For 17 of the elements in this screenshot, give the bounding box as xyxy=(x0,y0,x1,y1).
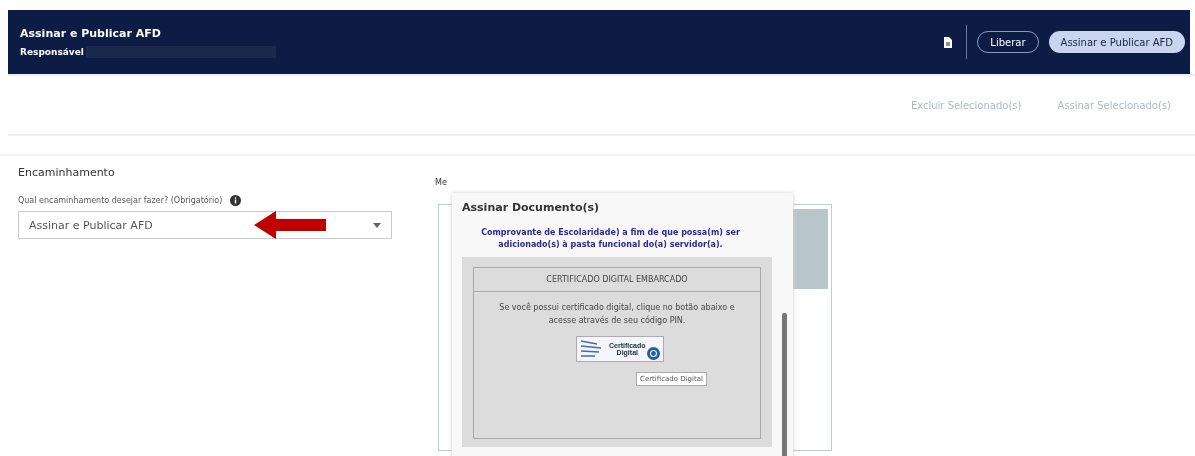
field-label: Me xyxy=(435,178,447,187)
routing-dropdown[interactable]: Assinar e Publicar AFD xyxy=(18,211,392,239)
seal-icon xyxy=(646,346,660,360)
caret-icon xyxy=(373,222,381,228)
certificate-heading: CERTIFICADO DIGITAL EMBARCADO xyxy=(474,268,760,292)
section-title: Encaminhamento xyxy=(18,166,116,179)
dialog-message: Comprovante de Escolaridade) a fim de que possa(m) ser xyxy=(481,228,740,237)
info-icon[interactable] xyxy=(230,195,242,206)
responsible-label: Responsável xyxy=(20,46,84,57)
document-icon[interactable] xyxy=(944,36,953,48)
certificate-instructions: Se você possui certificado digital, clique no botão abaixo e acesse através de seu código PIN. xyxy=(498,302,736,327)
header-button[interactable]: Assinar e Publicar AFD xyxy=(1048,31,1185,53)
page-title: Assinar e Publicar AFD xyxy=(20,26,162,40)
field-label: Qual encaminhamento desejar fazer? (Obrigatório) xyxy=(18,196,223,205)
dialog-message: adicionado(s) à pasta funcional do(a) servidor(a). xyxy=(498,240,723,249)
dialog-title: Assinar Documento(s) xyxy=(462,201,601,214)
arrow-drawing xyxy=(254,211,326,239)
